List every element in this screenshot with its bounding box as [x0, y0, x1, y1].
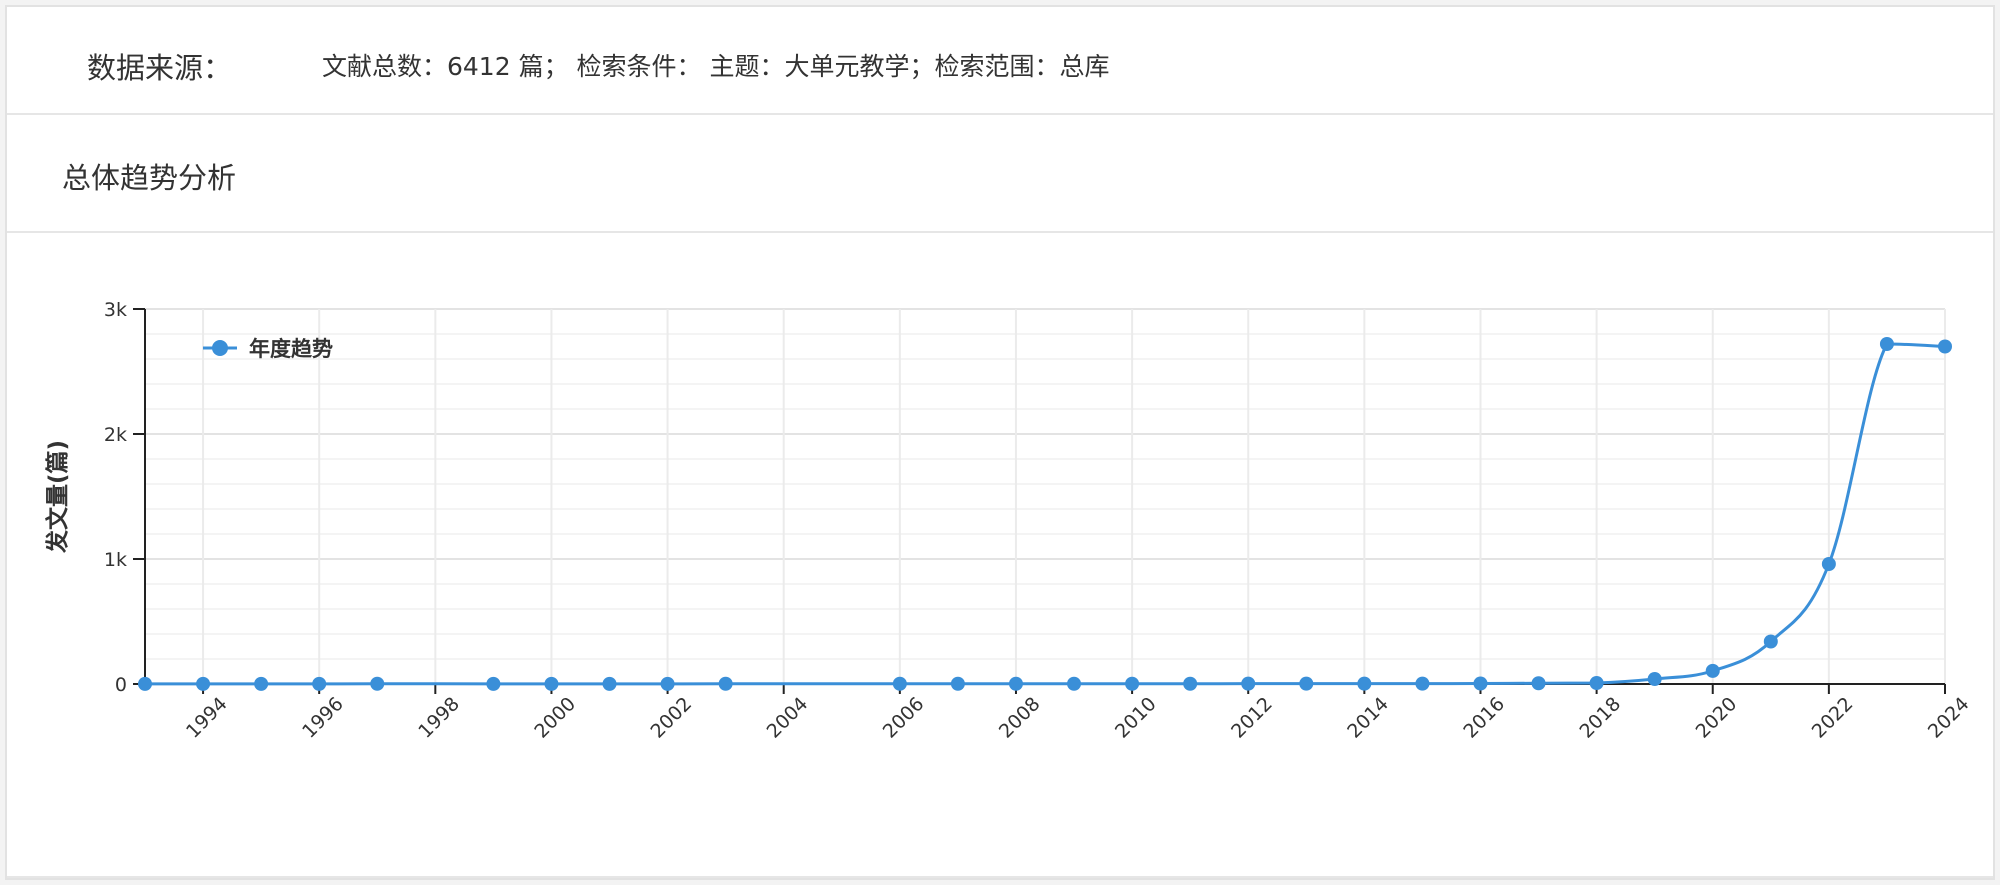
x-tick-label: 2010 [1111, 693, 1161, 743]
data-point [312, 676, 327, 691]
x-tick-label: 2024 [1924, 693, 1974, 743]
data-point [544, 676, 559, 691]
x-tick-label: 2012 [1227, 693, 1277, 743]
x-tick-label: 2022 [1808, 693, 1858, 743]
data-source-label: 数据来源： [87, 51, 233, 85]
data-point [718, 676, 733, 691]
data-point [486, 676, 501, 691]
data-point [660, 676, 675, 691]
y-tick-label: 3k [104, 299, 127, 321]
legend-label: 年度趋势 [249, 337, 333, 361]
y-axis-title: 发文量(篇) [44, 440, 71, 554]
data-point [1415, 676, 1430, 691]
data-point [1531, 676, 1546, 691]
legend-marker [212, 340, 228, 356]
data-point [1938, 339, 1952, 354]
x-tick-label: 2006 [879, 693, 929, 743]
data-point [138, 676, 152, 691]
x-tick-label: 2004 [763, 693, 813, 743]
data-point [1125, 676, 1140, 691]
search-summary: 文献总数：6412 篇； 检索条件： 主题：大单元教学；检索范围：总库 [322, 52, 1110, 81]
x-tick-label: 1996 [298, 693, 348, 743]
data-source-bar: 数据来源： 文献总数：6412 篇； 检索条件： 主题：大单元教学；检索范围：总… [7, 7, 1993, 115]
data-point [1183, 676, 1198, 691]
trend-chart: 0 1k 2k 3k 1994 1996 1998 2000 2002 2004 2006 2008 2… [7, 233, 1993, 880]
data-point [1821, 557, 1836, 571]
data-point [1241, 676, 1256, 691]
data-point [950, 676, 965, 691]
data-point [1647, 672, 1662, 686]
x-tick-label: 1998 [414, 693, 464, 743]
data-point [1067, 676, 1082, 691]
data-point [602, 676, 617, 691]
x-tick-label: 2002 [646, 693, 696, 743]
data-point [1008, 676, 1023, 691]
data-point [370, 676, 385, 691]
data-point [254, 676, 269, 691]
x-tick-label: 2000 [530, 693, 580, 743]
x-tick-label: 2014 [1343, 693, 1393, 743]
y-tick-label: 0 [115, 674, 127, 696]
y-tick-label: 2k [104, 424, 127, 446]
page-frame: 数据来源： 文献总数：6412 篇； 检索条件： 主题：大单元教学；检索范围：总… [5, 5, 1995, 880]
data-point [1473, 676, 1488, 691]
x-tick-label: 1994 [182, 693, 232, 743]
trend-chart-svg: 0 1k 2k 3k 1994 1996 1998 2000 2002 2004 2006 2008 2… [44, 299, 1974, 743]
data-point [1589, 676, 1604, 690]
data-point [196, 676, 211, 691]
bottom-divider [7, 876, 1993, 878]
x-tick-label: 2008 [995, 693, 1045, 743]
section-header: 总体趋势分析 [7, 115, 1993, 233]
data-point [1879, 337, 1894, 351]
x-tick-label: 2018 [1575, 693, 1625, 743]
data-point [1299, 676, 1314, 691]
y-tick-label: 1k [104, 549, 127, 571]
x-tick-label: 2020 [1692, 693, 1742, 743]
section-title: 总体趋势分析 [62, 161, 237, 195]
x-tick-label: 2016 [1459, 693, 1509, 743]
data-point [1357, 676, 1372, 691]
data-point [1705, 663, 1720, 678]
data-point [1763, 634, 1778, 649]
series-line [145, 342, 1946, 686]
data-point [892, 676, 907, 691]
